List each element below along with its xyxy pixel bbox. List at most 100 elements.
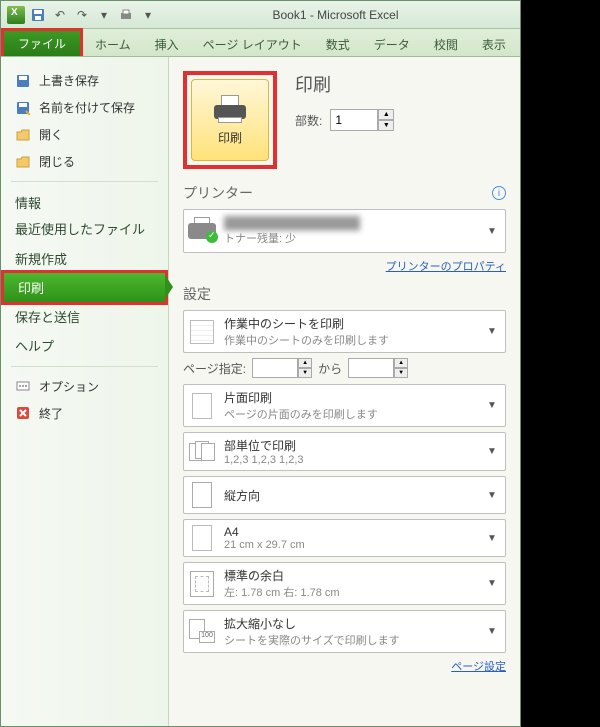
collate-icon bbox=[189, 441, 215, 463]
print-what-selector[interactable]: 作業中のシートを印刷 作業中のシートのみを印刷します ▼ bbox=[183, 310, 506, 353]
page-from-down[interactable]: ▼ bbox=[298, 368, 312, 378]
sidebar-item-label: 閉じる bbox=[39, 153, 75, 170]
scaling-selector[interactable]: 100 拡大縮小なし シートを実際のサイズで印刷します ▼ bbox=[183, 610, 506, 653]
chevron-down-icon: ▼ bbox=[487, 446, 501, 457]
sidebar-item-open[interactable]: 開く bbox=[1, 121, 168, 148]
save-icon bbox=[15, 73, 31, 89]
paper-size-selector[interactable]: A4 21 cm x 29.7 cm ▼ bbox=[183, 519, 506, 557]
chevron-down-icon: ▼ bbox=[487, 626, 501, 637]
sidebar-item-save-as[interactable]: 名前を付けて保存 bbox=[1, 94, 168, 121]
sidebar-item-label: 上書き保存 bbox=[39, 72, 99, 89]
qat-dropdown2-icon[interactable]: ▾ bbox=[139, 6, 157, 24]
print-button-highlight: 印刷 bbox=[183, 71, 277, 169]
scale-icon: 100 bbox=[189, 619, 215, 645]
print-button[interactable]: 印刷 bbox=[191, 79, 269, 161]
sidebar-item-label: オプション bbox=[39, 378, 99, 395]
undo-icon[interactable]: ↶ bbox=[51, 6, 69, 24]
print-quick-icon[interactable] bbox=[117, 6, 135, 24]
print-header-block: 印刷 部数: ▲ ▼ bbox=[295, 71, 394, 131]
sidebar-item-save[interactable]: 上書き保存 bbox=[1, 67, 168, 94]
page-from-up[interactable]: ▲ bbox=[298, 358, 312, 368]
sidebar-item-info[interactable]: 情報 bbox=[1, 188, 168, 217]
page-from-input[interactable] bbox=[252, 358, 298, 378]
sidebar-item-new[interactable]: 新規作成 bbox=[1, 244, 168, 273]
sidebar-item-label: 名前を付けて保存 bbox=[39, 99, 135, 116]
info-icon[interactable]: i bbox=[492, 186, 506, 200]
page-to-input[interactable] bbox=[348, 358, 394, 378]
save-icon[interactable] bbox=[29, 6, 47, 24]
copies-label: 部数: bbox=[295, 112, 322, 129]
chevron-down-icon: ▼ bbox=[487, 400, 501, 411]
options-icon bbox=[15, 378, 31, 394]
sidebar-item-print[interactable]: 印刷 bbox=[1, 270, 168, 305]
tab-view[interactable]: 表示 bbox=[470, 32, 518, 56]
sidebar-item-recent[interactable]: 最近使用したファイル bbox=[1, 217, 168, 244]
orientation-selector[interactable]: 縦方向 ▼ bbox=[183, 476, 506, 514]
paper-title: A4 bbox=[224, 525, 479, 539]
tab-data[interactable]: データ bbox=[362, 32, 422, 56]
collate-title: 部単位で印刷 bbox=[224, 437, 479, 454]
chevron-down-icon: ▼ bbox=[487, 226, 501, 237]
page-to-down[interactable]: ▼ bbox=[394, 368, 408, 378]
scaling-title: 拡大縮小なし bbox=[224, 615, 479, 632]
redo-icon[interactable]: ↷ bbox=[73, 6, 91, 24]
backstage-sidebar: 上書き保存 名前を付けて保存 開く 閉じる 情報 最近使用したファイル 新規作成… bbox=[1, 57, 169, 726]
sidebar-item-close[interactable]: 閉じる bbox=[1, 148, 168, 175]
copies-spinner[interactable]: ▲ ▼ bbox=[330, 109, 394, 131]
exit-icon bbox=[15, 405, 31, 421]
portrait-icon bbox=[192, 482, 212, 508]
scaling-desc: シートを実際のサイズで印刷します bbox=[224, 632, 479, 648]
sidebar-item-label: 終了 bbox=[39, 405, 63, 422]
tab-insert[interactable]: 挿入 bbox=[143, 32, 191, 56]
orientation-title: 縦方向 bbox=[224, 487, 479, 504]
page-range-to-label: から bbox=[318, 360, 342, 377]
printer-selector[interactable]: ████████████████ トナー残量: 少 ▼ bbox=[183, 209, 506, 253]
sides-selector[interactable]: 片面印刷 ページの片面のみを印刷します ▼ bbox=[183, 384, 506, 427]
margins-icon bbox=[190, 571, 214, 597]
sidebar-item-label: 開く bbox=[39, 126, 63, 143]
sidebar-item-help[interactable]: ヘルプ bbox=[1, 331, 168, 360]
tab-file[interactable]: ファイル bbox=[1, 28, 83, 56]
page-setup-link[interactable]: ページ設定 bbox=[451, 661, 506, 673]
page-to-up[interactable]: ▲ bbox=[394, 358, 408, 368]
title-bar: ↶ ↷ ▾ ▾ Book1 - Microsoft Excel bbox=[1, 1, 520, 29]
excel-window: ↶ ↷ ▾ ▾ Book1 - Microsoft Excel ファイル ホーム… bbox=[0, 0, 521, 727]
collate-desc: 1,2,3 1,2,3 1,2,3 bbox=[224, 454, 479, 466]
sidebar-item-options[interactable]: オプション bbox=[1, 373, 168, 400]
separator bbox=[11, 181, 158, 182]
tab-home[interactable]: ホーム bbox=[83, 32, 143, 56]
print-button-label: 印刷 bbox=[218, 129, 242, 146]
printer-icon bbox=[212, 95, 248, 123]
paper-desc: 21 cm x 29.7 cm bbox=[224, 539, 479, 551]
sidebar-item-exit[interactable]: 終了 bbox=[1, 400, 168, 427]
chevron-down-icon: ▼ bbox=[487, 326, 501, 337]
quick-access-toolbar: ↶ ↷ ▾ ▾ bbox=[7, 6, 157, 24]
page-range-label: ページ指定: bbox=[183, 360, 246, 377]
print-action-row: 印刷 印刷 部数: ▲ ▼ bbox=[183, 71, 506, 169]
print-panel: 印刷 印刷 部数: ▲ ▼ bbox=[169, 57, 520, 726]
copies-up-button[interactable]: ▲ bbox=[378, 109, 394, 120]
collate-selector[interactable]: 部単位で印刷 1,2,3 1,2,3 1,2,3 ▼ bbox=[183, 432, 506, 471]
margins-desc: 左: 1.78 cm 右: 1.78 cm bbox=[224, 584, 479, 600]
tab-review[interactable]: 校閲 bbox=[422, 32, 470, 56]
printer-properties-link[interactable]: プリンターのプロパティ bbox=[386, 261, 506, 273]
margins-title: 標準の余白 bbox=[224, 567, 479, 584]
chevron-down-icon: ▼ bbox=[487, 533, 501, 544]
copies-input[interactable] bbox=[330, 109, 378, 131]
chevron-down-icon: ▼ bbox=[487, 490, 501, 501]
excel-app-icon bbox=[7, 6, 25, 24]
qat-dropdown-icon[interactable]: ▾ bbox=[95, 6, 113, 24]
print-what-desc: 作業中のシートのみを印刷します bbox=[224, 332, 479, 348]
copies-down-button[interactable]: ▼ bbox=[378, 120, 394, 131]
sidebar-item-save-send[interactable]: 保存と送信 bbox=[1, 302, 168, 331]
page-range-row: ページ指定: ▲▼ から ▲▼ bbox=[183, 358, 506, 378]
sides-title: 片面印刷 bbox=[224, 389, 479, 406]
print-header: 印刷 bbox=[295, 71, 394, 97]
tab-formulas[interactable]: 数式 bbox=[314, 32, 362, 56]
tab-page-layout[interactable]: ページ レイアウト bbox=[191, 32, 314, 56]
folder-close-icon bbox=[15, 154, 31, 170]
chevron-down-icon: ▼ bbox=[487, 578, 501, 589]
margins-selector[interactable]: 標準の余白 左: 1.78 cm 右: 1.78 cm ▼ bbox=[183, 562, 506, 605]
settings-section-header: 設定 bbox=[183, 284, 506, 304]
printer-status: トナー残量: 少 bbox=[224, 230, 479, 246]
